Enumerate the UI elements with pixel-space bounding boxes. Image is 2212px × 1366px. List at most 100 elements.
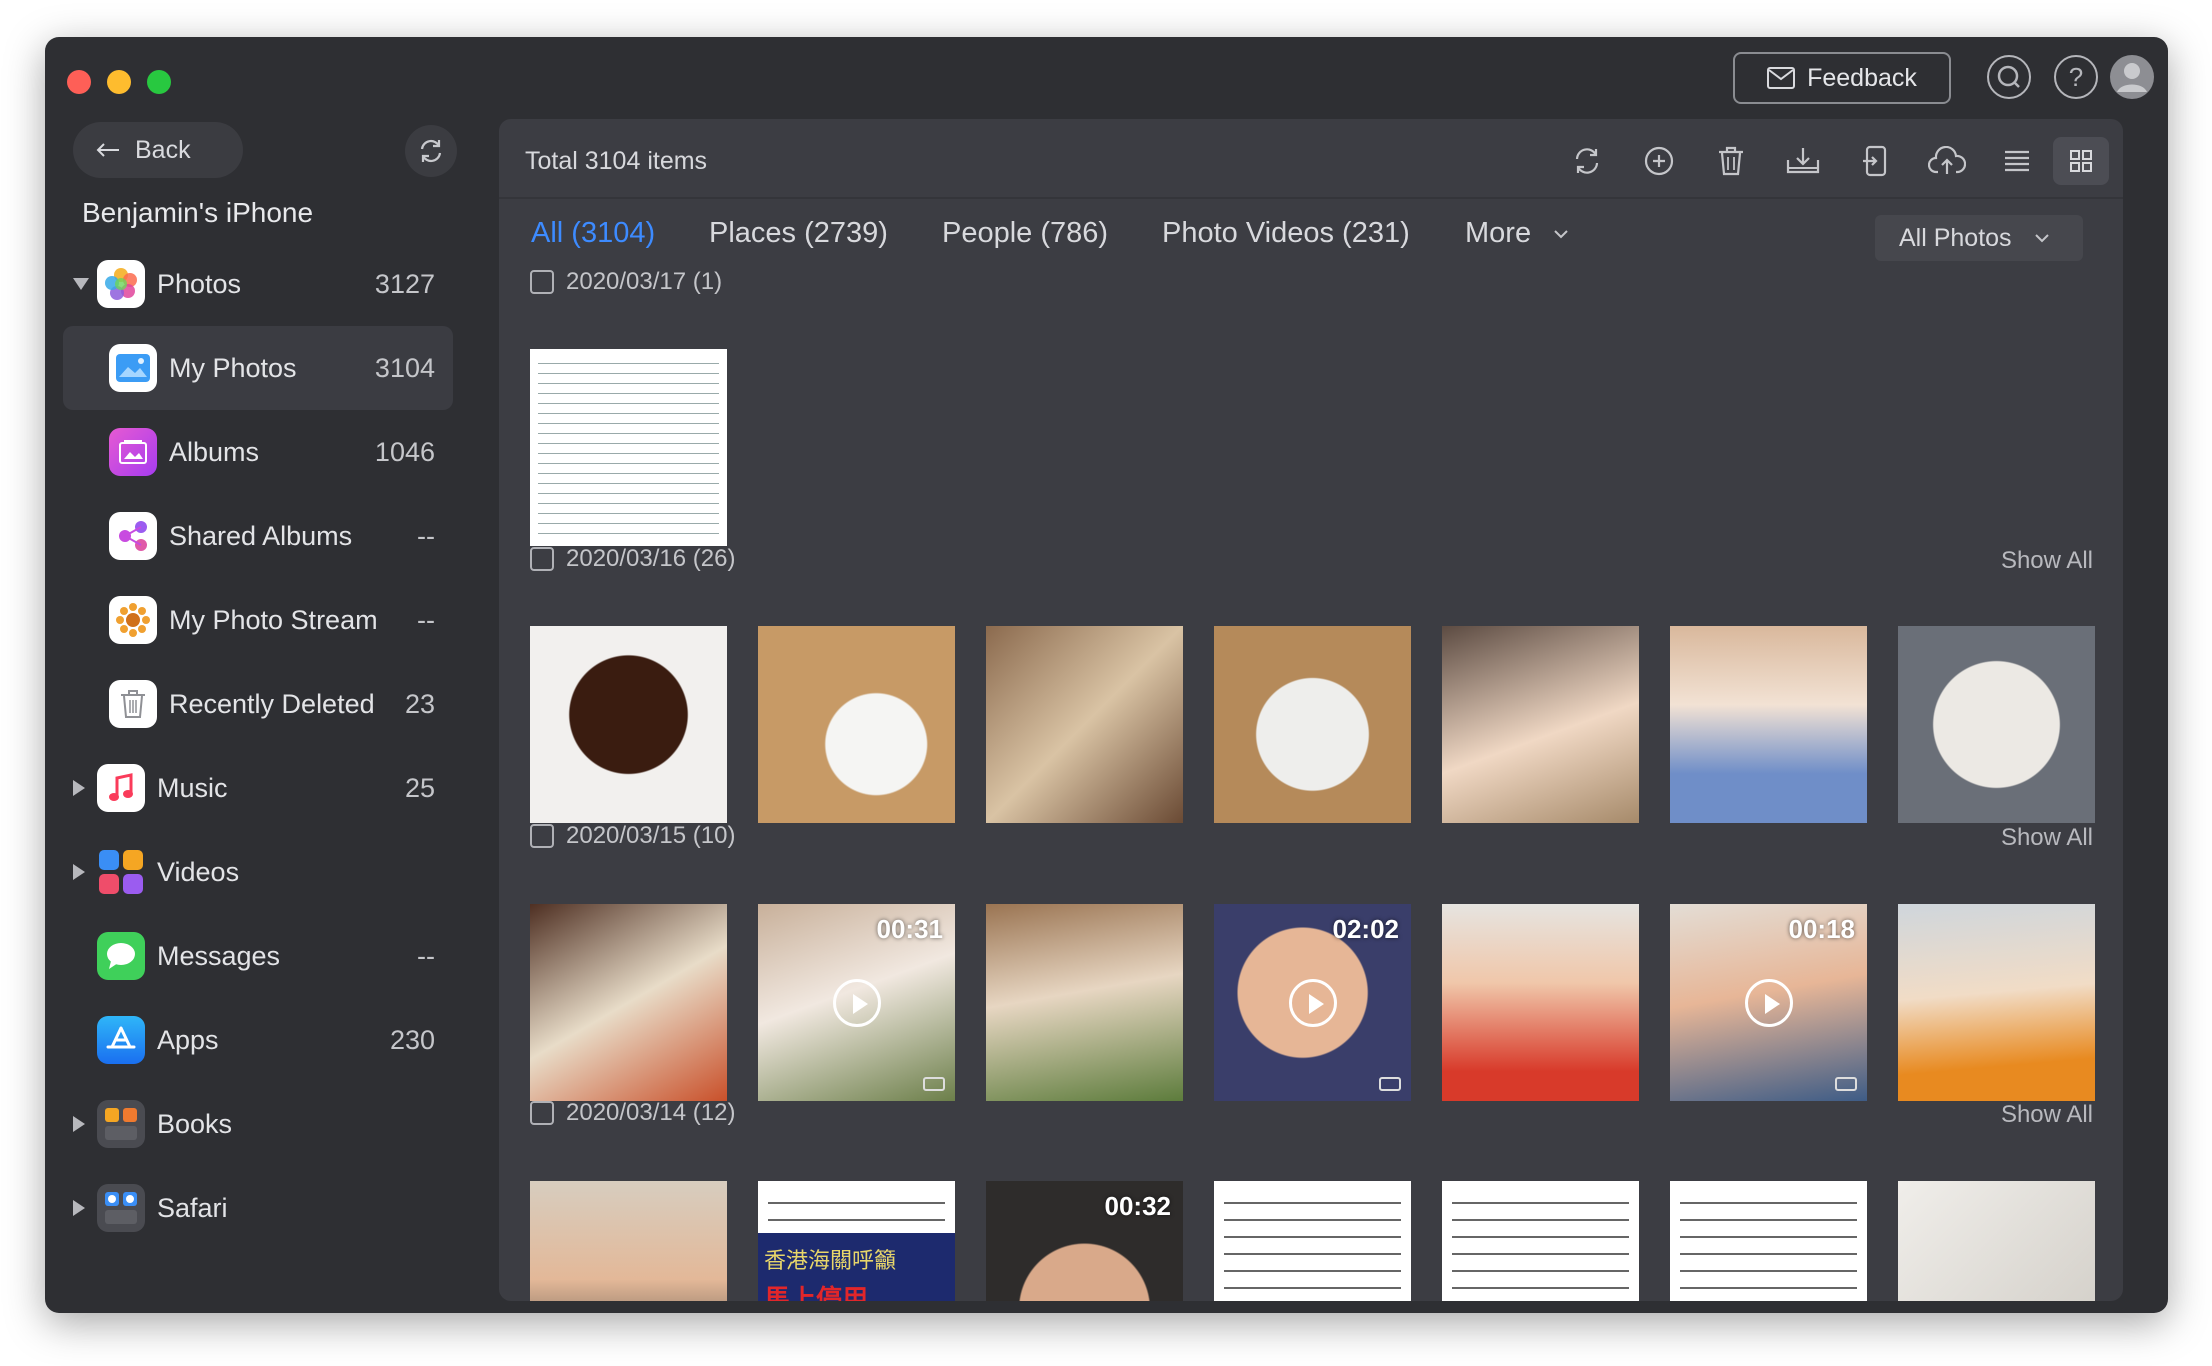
list-view-icon[interactable] (1995, 139, 2039, 183)
sidebar-item-label: My Photos (169, 352, 297, 383)
expand-caret-icon[interactable] (73, 864, 85, 880)
expand-caret-icon[interactable] (73, 1116, 85, 1132)
sidebar-item-my-photo-stream[interactable]: My Photo Stream -- (63, 578, 453, 662)
video-camera-icon (1835, 1077, 1857, 1091)
photo-thumbnail[interactable] (530, 626, 727, 823)
sidebar-item-recently-deleted[interactable]: Recently Deleted 23 (63, 662, 453, 746)
sidebar-item-apps[interactable]: Apps 230 (63, 998, 453, 1082)
photos-icon (97, 260, 145, 308)
photo-thumbnail[interactable] (1670, 626, 1867, 823)
device-name: Benjamin's iPhone (82, 197, 314, 228)
video-thumbnail[interactable]: 00:31 (758, 904, 955, 1101)
photo-thumbnail[interactable] (1670, 1181, 1867, 1301)
expand-caret-icon[interactable] (73, 780, 85, 796)
svg-text:?: ? (2069, 62, 2083, 92)
photo-thumbnail[interactable] (530, 904, 727, 1101)
video-duration: 00:31 (876, 914, 944, 944)
arrow-left-icon (96, 143, 119, 157)
date-group-header: 2020/03/15 (10) (530, 822, 735, 850)
photo-thumbnail[interactable] (530, 349, 727, 546)
grid-view-icon[interactable] (2053, 137, 2109, 185)
show-all-link[interactable]: Show All (2001, 1101, 2093, 1129)
video-camera-icon (1379, 1077, 1401, 1091)
group-select-checkbox[interactable] (530, 824, 554, 848)
apps-icon (97, 1016, 145, 1064)
sidebar-item-photos[interactable]: Photos 3127 (63, 242, 453, 326)
albums-icon (109, 428, 157, 476)
export-to-pc-icon[interactable] (1781, 139, 1825, 183)
sidebar-item-messages[interactable]: Messages -- (63, 914, 453, 998)
back-button[interactable]: Back (73, 122, 243, 178)
sidebar-item-label: Albums (169, 436, 260, 467)
tab-places[interactable]: Places (2739) (709, 217, 888, 250)
sidebar-item-videos[interactable]: Videos (63, 830, 453, 914)
sidebar-item-my-photos[interactable]: My Photos 3104 (63, 326, 453, 410)
close-window-button[interactable] (67, 70, 91, 94)
photo-thumbnail[interactable] (986, 904, 1183, 1101)
text-preview (1452, 1191, 1629, 1301)
sidebar-item-count: 25 (404, 772, 435, 803)
photo-thumbnail[interactable] (758, 626, 955, 823)
group-select-checkbox[interactable] (530, 1101, 554, 1125)
help-icon[interactable]: ? (2053, 54, 2099, 100)
news-banner-text: 香港海關呼籲 (764, 1249, 897, 1274)
tab-photo-videos[interactable]: Photo Videos (231) (1162, 217, 1410, 250)
delete-icon[interactable] (1709, 139, 1753, 183)
play-icon (1288, 978, 1337, 1027)
photo-thumbnail[interactable]: 香港海關呼籲 馬上停用 (758, 1181, 955, 1301)
photo-thumbnail[interactable] (1214, 1181, 1411, 1301)
photo-thumbnail[interactable] (986, 626, 1183, 823)
group-date-label: 2020/03/14 (12) (566, 1099, 736, 1126)
show-all-link[interactable]: Show All (2001, 547, 2093, 575)
my-photos-icon (109, 344, 157, 392)
video-thumbnail[interactable]: 00:18 (1670, 904, 1867, 1101)
show-all-link[interactable]: Show All (2001, 824, 2093, 852)
photo-thumbnail[interactable] (1442, 904, 1639, 1101)
sidebar-item-label: Safari (157, 1192, 228, 1223)
photo-thumbnail[interactable] (1898, 626, 2095, 823)
group-select-checkbox[interactable] (530, 270, 554, 294)
tab-all[interactable]: All (3104) (531, 217, 655, 250)
tab-people[interactable]: People (786) (942, 217, 1108, 250)
messages-icon (97, 932, 145, 980)
video-duration: 02:02 (1332, 914, 1400, 944)
shared-albums-icon (109, 512, 157, 560)
sidebar-item-label: Apps (157, 1024, 219, 1055)
photo-filter-select[interactable]: All Photos (1875, 215, 2083, 261)
zoom-window-button[interactable] (147, 70, 171, 94)
sync-button[interactable] (405, 125, 457, 177)
sidebar-item-albums[interactable]: Albums 1046 (63, 410, 453, 494)
text-preview (1680, 1191, 1857, 1301)
video-thumbnail[interactable]: 00:32 (986, 1181, 1183, 1301)
photo-thumbnail[interactable] (1442, 1181, 1639, 1301)
photo-thumbnail[interactable] (530, 1181, 727, 1301)
sidebar-item-music[interactable]: Music 25 (63, 746, 453, 830)
sidebar-item-books[interactable]: Books (63, 1082, 453, 1166)
tab-more[interactable]: More (1465, 217, 1569, 250)
sidebar-item-count: -- (417, 940, 435, 971)
photo-thumbnail[interactable] (1898, 1181, 2095, 1301)
toolbar-divider (499, 197, 2123, 199)
refresh-icon[interactable] (1565, 139, 1609, 183)
sidebar-item-count: 3104 (374, 352, 435, 383)
sidebar-item-shared-albums[interactable]: Shared Albums -- (63, 494, 453, 578)
search-icon[interactable] (1986, 54, 2032, 100)
sidebar-item-label: Recently Deleted (169, 688, 375, 719)
photo-thumbnail[interactable] (1898, 904, 2095, 1101)
add-icon[interactable] (1637, 139, 1681, 183)
feedback-button[interactable]: Feedback (1733, 52, 1951, 104)
photo-thumbnail[interactable] (1442, 626, 1639, 823)
group-select-checkbox[interactable] (530, 547, 554, 571)
export-to-device-icon[interactable] (1853, 139, 1897, 183)
sidebar-item-label: Shared Albums (169, 520, 353, 551)
photos-panel: Total 3104 items All (3104) Places (2739… (499, 119, 2123, 1301)
avatar[interactable] (2109, 54, 2155, 100)
minimize-window-button[interactable] (107, 70, 131, 94)
chevron-down-icon (2034, 234, 2049, 243)
expand-caret-icon[interactable] (73, 1200, 85, 1216)
video-thumbnail[interactable]: 02:02 (1214, 904, 1411, 1101)
cloud-upload-icon[interactable] (1925, 139, 1969, 183)
sidebar-item-safari[interactable]: Safari (63, 1166, 453, 1250)
expand-caret-icon[interactable] (73, 278, 89, 290)
photo-thumbnail[interactable] (1214, 626, 1411, 823)
